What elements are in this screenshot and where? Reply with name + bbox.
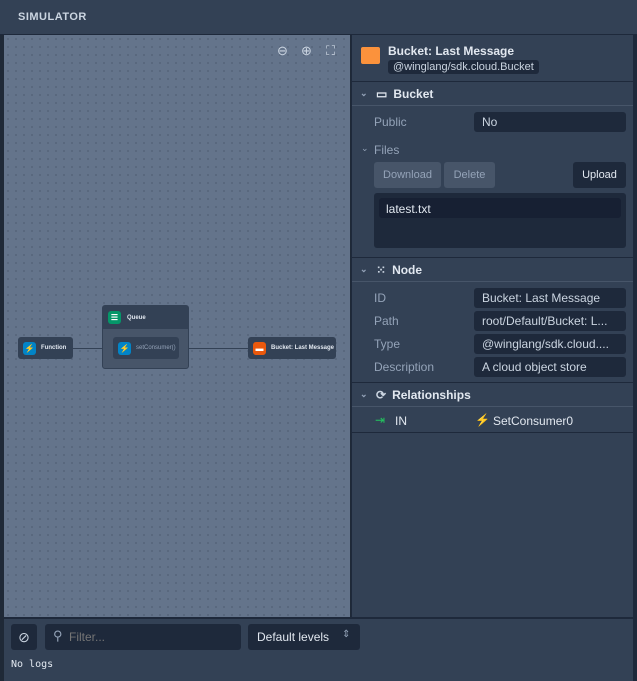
map-canvas[interactable]: ⊖ ⊕ ⛶ ☰ Queue ⚡ setConsumer() ⚡ Function… bbox=[4, 35, 350, 617]
bucket-node[interactable]: ▬ Bucket: Last Message bbox=[248, 337, 336, 359]
zoom-in-icon[interactable]: ⊕ bbox=[301, 43, 312, 59]
bucket-icon: ▬ bbox=[253, 341, 266, 355]
function-icon: ⚡ bbox=[23, 341, 36, 355]
path-value: root/Default/Bucket: L... bbox=[474, 311, 626, 331]
bucket-icon: ▭ bbox=[376, 86, 388, 101]
download-button[interactable]: Download bbox=[374, 162, 441, 188]
title-bar: SIMULATOR bbox=[0, 0, 637, 35]
relationships-section-header[interactable]: ⌄ ⟳ Relationships bbox=[352, 383, 634, 407]
app-title: SIMULATOR bbox=[18, 11, 87, 23]
node-section-header[interactable]: ⌄ ⁙ Node bbox=[352, 258, 634, 282]
logs-panel: ⊘ ⚲ Default levels ⇕ No logs bbox=[4, 617, 633, 681]
description-value: A cloud object store bbox=[474, 357, 626, 377]
relationship-item[interactable]: ⇥ IN ⚡ SetConsumer0 bbox=[352, 408, 634, 433]
file-item[interactable]: latest.txt bbox=[379, 198, 621, 218]
public-label: Public bbox=[374, 115, 407, 129]
description-label: Description bbox=[374, 360, 435, 374]
filter-input-wrap[interactable]: ⚲ bbox=[45, 624, 241, 650]
chevron-down-icon: ⌄ bbox=[360, 88, 368, 98]
logs-empty-message: No logs bbox=[11, 659, 54, 670]
filter-input[interactable] bbox=[69, 628, 234, 646]
relationship-direction: IN bbox=[395, 414, 407, 428]
function-icon: ⚡ bbox=[118, 341, 131, 355]
chevron-down-icon: ⌄ bbox=[361, 143, 369, 153]
id-value: Bucket: Last Message bbox=[474, 288, 626, 308]
type-label: Type bbox=[374, 337, 401, 351]
bucket-section-header[interactable]: ⌄ ▭ Bucket bbox=[352, 82, 634, 106]
type-value: @winglang/sdk.cloud.... bbox=[474, 334, 626, 354]
function-node[interactable]: ⚡ Function bbox=[18, 337, 73, 359]
refresh-icon: ⟳ bbox=[376, 387, 387, 402]
inspector-panel: Bucket: Last Message @winglang/sdk.cloud… bbox=[351, 35, 634, 617]
type-badge: @winglang/sdk.cloud.Bucket bbox=[388, 60, 539, 74]
clear-logs-button[interactable]: ⊘ bbox=[11, 624, 37, 650]
queue-label: Queue bbox=[127, 314, 146, 321]
log-level-value: Default levels bbox=[257, 630, 330, 644]
upload-button[interactable]: Upload bbox=[573, 162, 626, 188]
chevron-down-icon: ⌄ bbox=[360, 389, 368, 399]
set-consumer-node[interactable]: ⚡ setConsumer() bbox=[113, 337, 179, 359]
path-label: Path bbox=[374, 314, 399, 328]
zoom-out-icon[interactable]: ⊖ bbox=[277, 43, 288, 59]
chevron-updown-icon: ⇕ bbox=[342, 629, 351, 640]
node-icon: ⁙ bbox=[376, 262, 387, 277]
log-level-select[interactable]: Default levels ⇕ bbox=[248, 624, 360, 650]
chevron-down-icon: ⌄ bbox=[360, 264, 368, 274]
search-icon: ⚲ bbox=[53, 628, 63, 643]
files-label[interactable]: Files bbox=[374, 143, 399, 157]
login-icon: ⇥ bbox=[375, 413, 386, 427]
files-list[interactable]: latest.txt bbox=[374, 193, 626, 248]
bucket-icon bbox=[361, 47, 380, 64]
id-label: ID bbox=[374, 291, 386, 305]
queue-node[interactable]: ☰ Queue ⚡ setConsumer() bbox=[102, 305, 189, 369]
fit-screen-icon[interactable]: ⛶ bbox=[326, 43, 335, 59]
function-icon: ⚡ bbox=[475, 413, 490, 427]
delete-button[interactable]: Delete bbox=[444, 162, 495, 188]
inspector-title: Bucket: Last Message bbox=[388, 44, 515, 58]
public-value: No bbox=[474, 112, 626, 132]
queue-icon: ☰ bbox=[108, 311, 121, 324]
relationship-target[interactable]: SetConsumer0 bbox=[493, 414, 573, 428]
